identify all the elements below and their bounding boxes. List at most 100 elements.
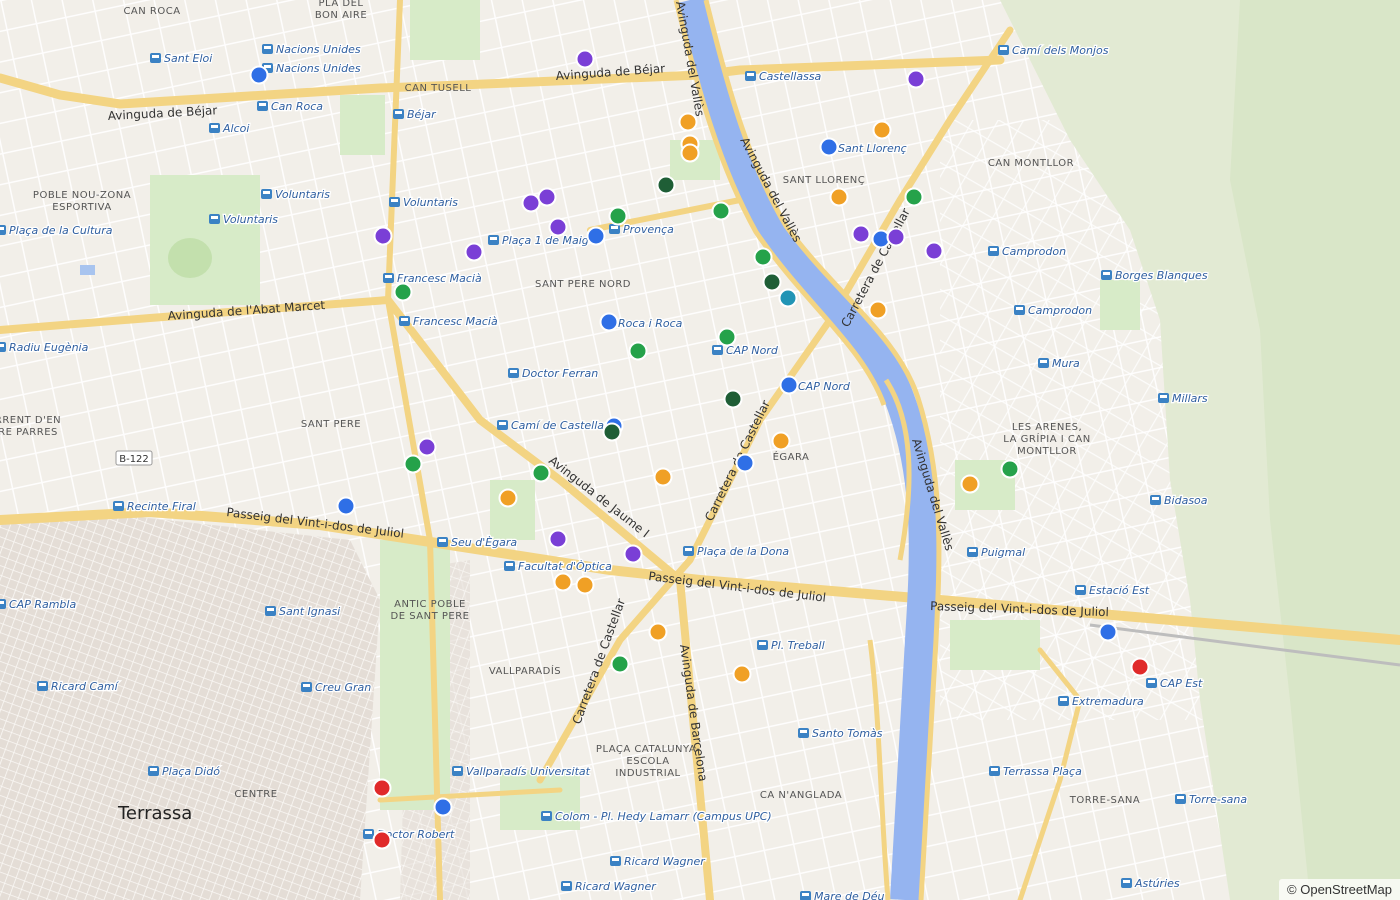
map-marker-green[interactable] (628, 341, 648, 361)
bus-icon-window (1060, 698, 1067, 701)
map-marker-purple[interactable] (575, 49, 595, 69)
map-marker-orange[interactable] (498, 488, 518, 508)
map-marker-darkgreen[interactable] (656, 175, 676, 195)
map-marker-blue[interactable] (1098, 622, 1118, 642)
map-marker-orange[interactable] (771, 431, 791, 451)
map-marker-purple[interactable] (464, 242, 484, 262)
district-label: CENTRE (234, 789, 277, 800)
district-label: INDUSTRIAL (615, 768, 680, 779)
transit-stop[interactable]: Camí dels Monjos (998, 43, 1110, 58)
transit-stop[interactable]: Francesc Macià (399, 314, 499, 329)
map-marker-orange[interactable] (732, 664, 752, 684)
map-marker-orange[interactable] (678, 112, 698, 132)
district-label: LES ARENES, (1012, 422, 1082, 433)
transit-stop[interactable]: Ricard Wagner (610, 854, 707, 869)
transit-stop[interactable]: Doctor Ferran (508, 366, 599, 381)
bus-icon-window (303, 684, 310, 687)
bus-icon-window (1177, 796, 1184, 799)
map-marker-blue[interactable] (586, 226, 606, 246)
map-marker-orange[interactable] (648, 622, 668, 642)
transit-stop[interactable]: Plaça de la Cultura (0, 223, 114, 238)
transit-stop[interactable]: Nacions Unides (262, 42, 362, 57)
transit-stop-label: Seu d'Ègara (451, 536, 517, 549)
map-marker-green[interactable] (531, 463, 551, 483)
map-marker-purple[interactable] (851, 224, 871, 244)
map-marker-purple[interactable] (373, 226, 393, 246)
transit-stop[interactable]: Plaça de la Dona (683, 544, 791, 559)
transit-stop[interactable]: Colom - Pl. Hedy Lamarr (Campus UPC) (541, 809, 773, 824)
transit-stop[interactable]: Borges Blanques (1101, 268, 1209, 283)
bus-icon-window (264, 46, 271, 49)
map-marker-darkgreen[interactable] (762, 272, 782, 292)
map-marker-blue[interactable] (249, 65, 269, 85)
map-marker-purple[interactable] (537, 187, 557, 207)
map-marker-teal[interactable] (778, 288, 798, 308)
stadium (168, 238, 212, 278)
map-canvas[interactable]: Avinguda de Béjar Avinguda de Béjar Avin… (0, 0, 1400, 900)
map-marker-green[interactable] (403, 454, 423, 474)
transit-stop[interactable]: Radiu Eugènia (0, 340, 90, 355)
map-marker-blue[interactable] (336, 496, 356, 516)
map-marker-purple[interactable] (548, 217, 568, 237)
map-marker-purple[interactable] (417, 437, 437, 457)
map-marker-blue[interactable] (433, 797, 453, 817)
map-marker-orange[interactable] (680, 143, 700, 163)
transit-stop[interactable]: CAP Rambla (0, 597, 78, 612)
bus-icon-window (969, 549, 976, 552)
transit-stop-label: Terrassa Plaça (1003, 765, 1082, 778)
map-marker-darkgreen[interactable] (723, 389, 743, 409)
map-marker-green[interactable] (904, 187, 924, 207)
map-marker-green[interactable] (753, 247, 773, 267)
map-marker-blue[interactable] (819, 137, 839, 157)
district-label: SANT PERE NORD (535, 279, 631, 290)
map-marker-red[interactable] (372, 778, 392, 798)
transit-stop[interactable]: Vallparadís Universitat (452, 764, 592, 779)
map-marker-orange[interactable] (829, 187, 849, 207)
transit-stop[interactable]: Nacions Unides (262, 61, 362, 76)
transit-stop-label: Millars (1172, 392, 1208, 405)
district-label: SANT PERE (301, 419, 361, 430)
map-marker-purple[interactable] (886, 227, 906, 247)
map-marker-purple[interactable] (623, 544, 643, 564)
bus-icon-window (1040, 360, 1047, 363)
map-marker-green[interactable] (393, 282, 413, 302)
map-marker-purple[interactable] (548, 529, 568, 549)
transit-stop[interactable]: Facultat d'Òptica (504, 559, 613, 574)
transit-stop-label: Plaça de la Dona (697, 545, 789, 558)
transit-stop-label: Ricard Camí (51, 680, 120, 693)
transit-stop[interactable]: Plaça 1 de Maig (488, 233, 590, 248)
map-marker-orange[interactable] (653, 467, 673, 487)
transit-stop-label: Nacions Unides (276, 62, 361, 75)
map-marker-purple[interactable] (521, 193, 541, 213)
map-marker-green[interactable] (608, 206, 628, 226)
transit-stop[interactable]: Francesc Macià (383, 271, 483, 286)
transit-stop-label: Sant Ignasi (279, 605, 340, 618)
map-marker-red[interactable] (1130, 657, 1150, 677)
map-marker-orange[interactable] (553, 572, 573, 592)
transit-stop[interactable]: Terrassa Plaça (989, 764, 1083, 779)
transit-stop-label: Béjar (407, 108, 437, 121)
map-marker-orange[interactable] (868, 300, 888, 320)
map-marker-purple[interactable] (924, 241, 944, 261)
transit-stop-label: CAP Nord (798, 380, 851, 393)
map-marker-darkgreen[interactable] (602, 422, 622, 442)
map-marker-blue[interactable] (735, 453, 755, 473)
map-marker-green[interactable] (1000, 459, 1020, 479)
map-marker-orange[interactable] (960, 474, 980, 494)
map-marker-blue[interactable] (779, 375, 799, 395)
bus-icon-window (1123, 880, 1130, 883)
map-marker-orange[interactable] (575, 575, 595, 595)
map-marker-purple[interactable] (906, 69, 926, 89)
transit-stop[interactable]: Camí de Castellar (497, 418, 611, 433)
bus-icon-window (714, 347, 721, 350)
map-marker-green[interactable] (610, 654, 630, 674)
map-marker-green[interactable] (711, 201, 731, 221)
map-marker-green[interactable] (717, 327, 737, 347)
map-marker-blue[interactable] (599, 312, 619, 332)
attribution[interactable]: © OpenStreetMap (1279, 879, 1400, 900)
bus-icon-window (391, 199, 398, 202)
map-marker-red[interactable] (372, 830, 392, 850)
map-marker-orange[interactable] (872, 120, 892, 140)
transit-stop[interactable]: Ricard Wagner (561, 879, 658, 894)
transit-stop-label: Estació Est (1089, 584, 1150, 597)
